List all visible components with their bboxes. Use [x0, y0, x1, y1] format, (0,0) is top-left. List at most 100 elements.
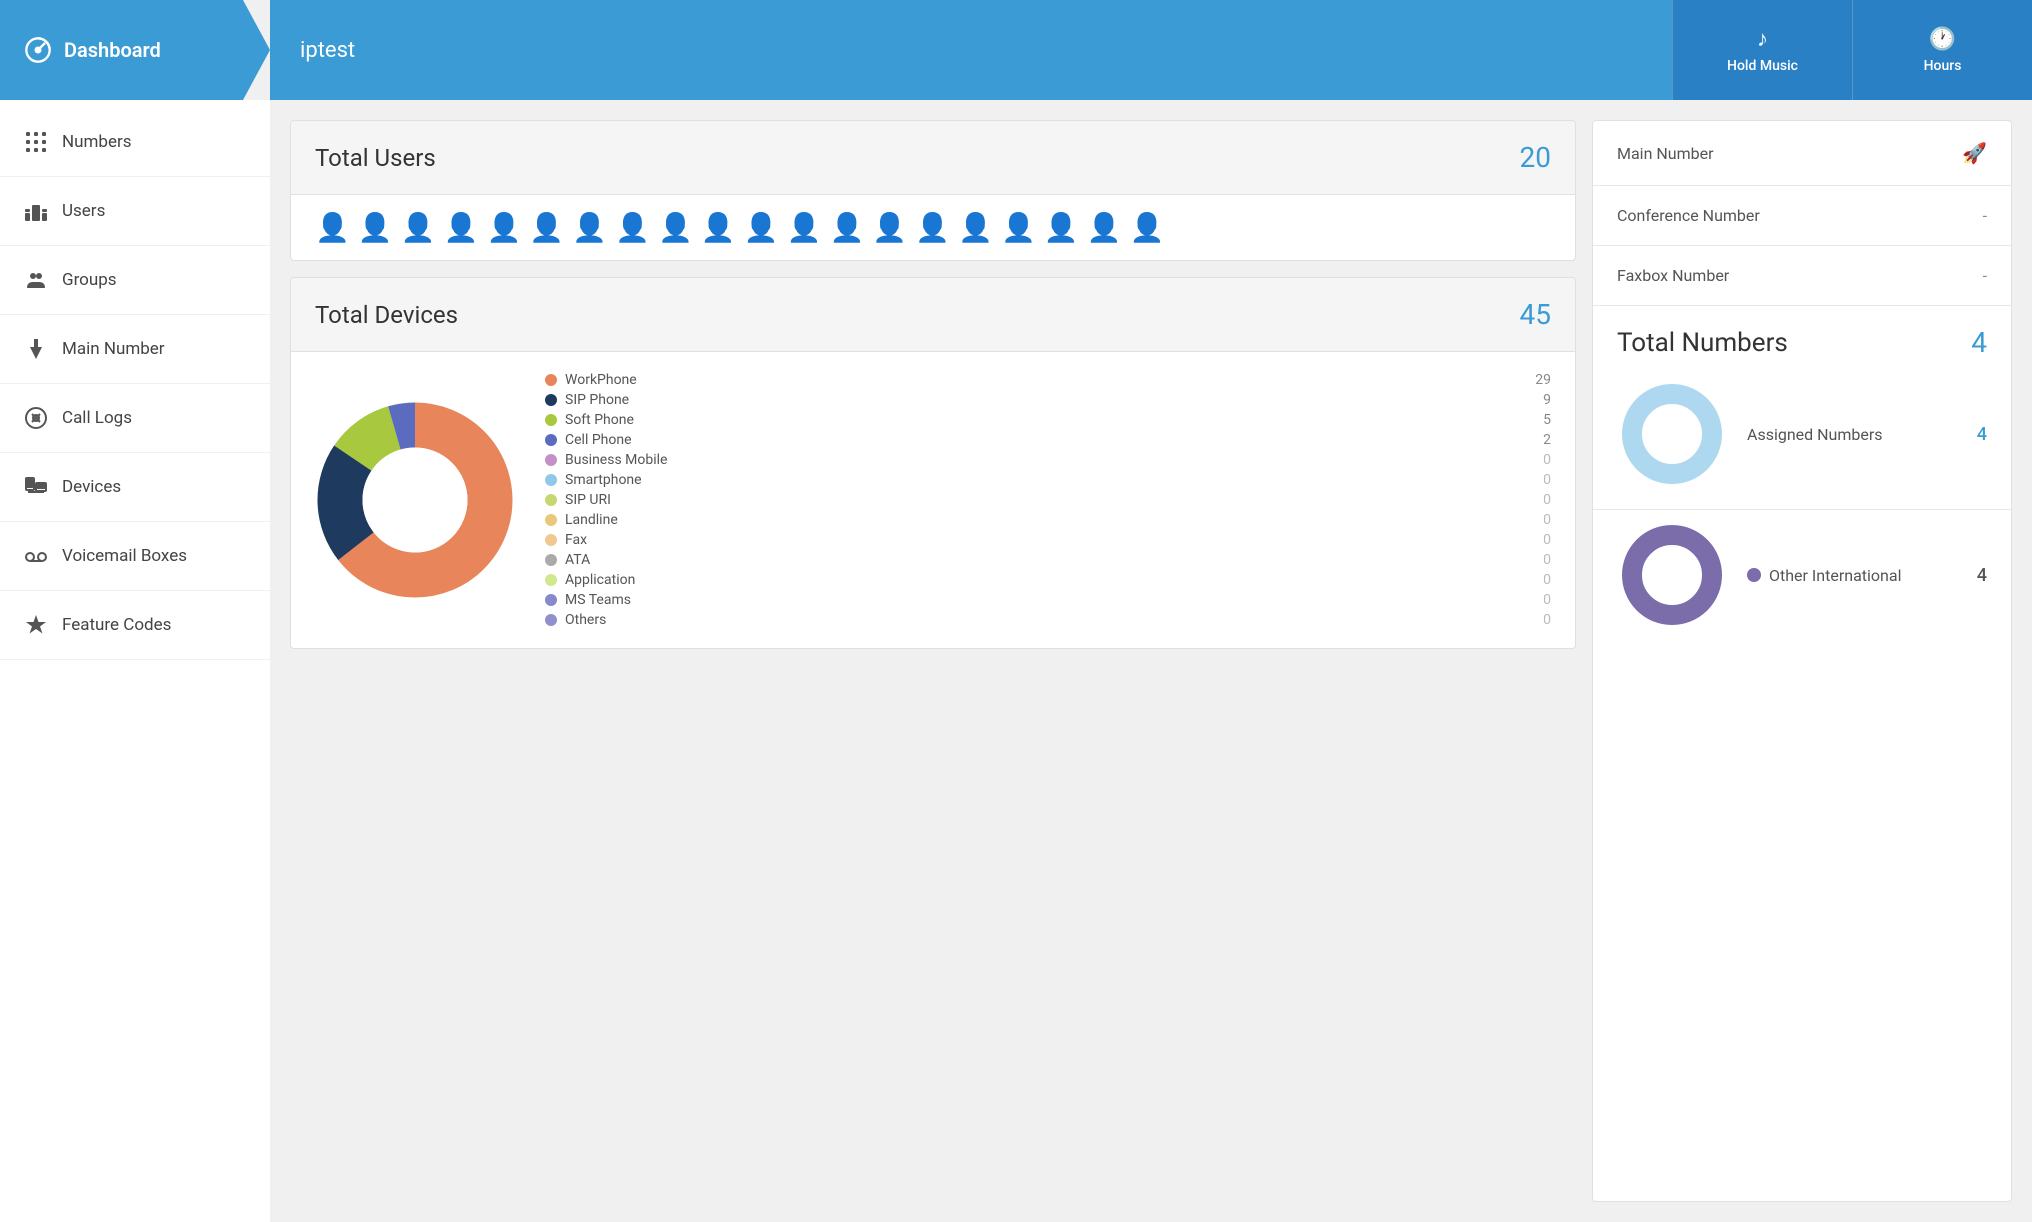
devices-body: WorkPhone29 SIP Phone9 Soft Phone 5 Cell Pho…	[291, 352, 1575, 648]
main-number-section: Main Number 🚀	[1593, 121, 2011, 186]
legend-count: 0	[1531, 552, 1551, 568]
user-icon: 👤	[701, 211, 736, 244]
assigned-donut-svg	[1617, 379, 1727, 489]
legend-item: SIP URI0	[545, 492, 1551, 508]
legend-dot	[545, 514, 557, 526]
total-devices-header: Total Devices 45	[291, 278, 1575, 352]
devices-icon	[24, 475, 48, 499]
assigned-numbers-section: Assigned Numbers 4	[1593, 369, 2011, 510]
top-nav: Dashboard iptest ♪ Hold Music 🕐 Hours	[0, 0, 2032, 100]
dashboard-nav-item[interactable]: Dashboard	[0, 0, 270, 100]
sidebar-call-logs-label: Call Logs	[62, 408, 132, 428]
right-column: Main Number 🚀 Conference Number - Faxbox…	[1592, 120, 2012, 1202]
hold-music-button[interactable]: ♪ Hold Music	[1672, 0, 1852, 100]
user-icon: 👤	[830, 211, 865, 244]
sidebar-item-call-logs[interactable]: Call Logs	[0, 384, 270, 453]
legend-item: WorkPhone29	[545, 372, 1551, 388]
user-icon: 👤	[529, 211, 564, 244]
assigned-numbers-donut	[1617, 379, 1727, 489]
legend-dot	[545, 574, 557, 586]
legend-item: ATA0	[545, 552, 1551, 568]
devices-donut-svg	[315, 400, 515, 600]
user-icon: 👤	[444, 211, 479, 244]
user-icon: 👤	[1087, 211, 1122, 244]
total-devices-title: Total Devices	[315, 301, 458, 329]
user-icon: 👤	[872, 211, 907, 244]
sidebar-item-main-number[interactable]: Main Number	[0, 315, 270, 384]
legend-dot	[545, 534, 557, 546]
clock-icon: 🕐	[1929, 27, 1956, 52]
user-icon: 👤	[744, 211, 779, 244]
hours-button[interactable]: 🕐 Hours	[1852, 0, 2032, 100]
faxbox-number-section: Faxbox Number -	[1593, 246, 2011, 306]
conference-number-section: Conference Number -	[1593, 186, 2011, 246]
sidebar-item-devices[interactable]: Devices	[0, 453, 270, 522]
conference-number-label: Conference Number	[1617, 206, 1760, 225]
legend-item: Landline 0	[545, 512, 1551, 528]
user-icon: 👤	[615, 211, 650, 244]
total-users-header: Total Users 20	[291, 121, 1575, 195]
legend-item: SIP Phone9	[545, 392, 1551, 408]
user-icon: 👤	[572, 211, 607, 244]
legend-count: 0	[1531, 452, 1551, 468]
sidebar-item-feature-codes[interactable]: Feature Codes	[0, 591, 270, 660]
legend-label: MS Teams	[565, 592, 1523, 608]
legend-count: 0	[1531, 492, 1551, 508]
legend-item: Others 0	[545, 612, 1551, 628]
legend-count: 0	[1531, 612, 1551, 628]
sidebar-item-groups[interactable]: Groups	[0, 246, 270, 315]
user-icon: 👤	[358, 211, 393, 244]
total-users-title: Total Users	[315, 144, 436, 172]
legend-count: 0	[1531, 512, 1551, 528]
user-icon: 👤	[787, 211, 822, 244]
sidebar: Numbers Users Groups	[0, 100, 270, 1222]
legend-dot	[545, 594, 557, 606]
content-area: Total Users 20 👤👤👤👤👤👤👤👤👤👤👤👤👤👤👤👤👤👤👤👤 Tota…	[270, 100, 2032, 1222]
user-icon: 👤	[1044, 211, 1079, 244]
total-numbers-count: 4	[1971, 326, 1987, 359]
legend-item: Smartphone0	[545, 472, 1551, 488]
assigned-numbers-count: 4	[1977, 424, 1987, 445]
main-layout: Numbers Users Groups	[0, 100, 2032, 1222]
sidebar-item-numbers[interactable]: Numbers	[0, 108, 270, 177]
dashboard-icon	[24, 36, 52, 64]
sidebar-devices-label: Devices	[62, 477, 121, 497]
legend-label: Cell Phone	[565, 432, 1523, 448]
users-icon	[24, 199, 48, 223]
legend-dot	[545, 394, 557, 406]
legend-dot	[545, 374, 557, 386]
legend-count: 2	[1531, 432, 1551, 448]
rocket-icon: 🚀	[1962, 141, 1987, 165]
sidebar-voicemail-label: Voicemail Boxes	[62, 546, 187, 566]
user-icon: 👤	[315, 211, 350, 244]
legend-label: Landline	[565, 512, 1523, 528]
sidebar-item-voicemail-boxes[interactable]: Voicemail Boxes	[0, 522, 270, 591]
legend-label: Soft Phone	[565, 412, 1523, 428]
legend-dot	[545, 494, 557, 506]
other-intl-count: 4	[1977, 565, 1987, 586]
legend-count: 29	[1531, 372, 1551, 388]
voicemail-icon	[24, 544, 48, 568]
legend-item: Application0	[545, 572, 1551, 588]
legend-count: 5	[1531, 412, 1551, 428]
legend-count: 9	[1531, 392, 1551, 408]
legend-item: Soft Phone 5	[545, 412, 1551, 428]
sidebar-main-number-label: Main Number	[62, 339, 165, 359]
main-column: Total Users 20 👤👤👤👤👤👤👤👤👤👤👤👤👤👤👤👤👤👤👤👤 Tota…	[290, 120, 1576, 1202]
legend-item: Business Mobile0	[545, 452, 1551, 468]
legend-count: 0	[1531, 532, 1551, 548]
legend-dot	[545, 414, 557, 426]
account-title: iptest	[270, 0, 1672, 100]
legend-count: 0	[1531, 592, 1551, 608]
legend-item: MS Teams 0	[545, 592, 1551, 608]
devices-legend: WorkPhone29 SIP Phone9 Soft Phone 5 Cell Pho…	[545, 372, 1551, 628]
legend-item: Cell Phone 2	[545, 432, 1551, 448]
legend-count: 0	[1531, 472, 1551, 488]
groups-icon	[24, 268, 48, 292]
legend-dot	[545, 434, 557, 446]
sidebar-item-users[interactable]: Users	[0, 177, 270, 246]
legend-label: Others	[565, 612, 1523, 628]
other-intl-legend: Other International	[1747, 566, 1957, 585]
user-icon: 👤	[401, 211, 436, 244]
legend-dot	[545, 614, 557, 626]
